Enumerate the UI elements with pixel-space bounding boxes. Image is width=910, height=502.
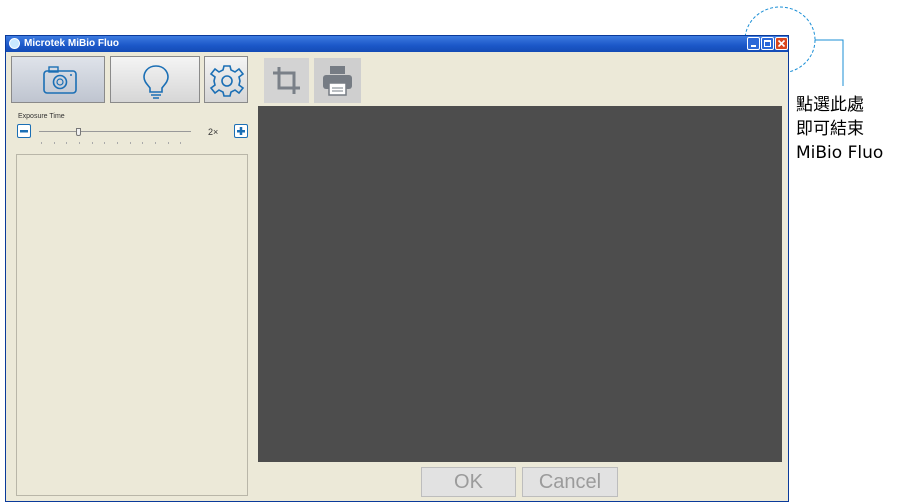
- slider-tick: [54, 142, 55, 144]
- minus-icon: [20, 130, 28, 133]
- slider-tick: [117, 142, 118, 144]
- app-window: Microtek MiBio Fluo Exposure Time 2× OK …: [5, 35, 789, 502]
- slider-tick: [104, 142, 105, 144]
- title-bar[interactable]: Microtek MiBio Fluo: [6, 36, 788, 52]
- slider-tick: [66, 142, 67, 144]
- lightbulb-icon: [143, 65, 169, 99]
- plus-icon: [237, 127, 245, 135]
- exposure-decrease-button[interactable]: [17, 124, 31, 138]
- slider-tick: [180, 142, 181, 144]
- exposure-increase-button[interactable]: [234, 124, 248, 138]
- slider-tick: [142, 142, 143, 144]
- printer-icon: [323, 66, 352, 96]
- slider-tick: [92, 142, 93, 144]
- slider-tick: [79, 142, 80, 144]
- slider-tick: [41, 142, 42, 144]
- exposure-value: 2×: [208, 127, 219, 137]
- light-button[interactable]: [110, 56, 200, 103]
- maximize-button[interactable]: [761, 37, 774, 50]
- slider-tick: [155, 142, 156, 144]
- print-button[interactable]: [314, 58, 361, 103]
- slider-tick: [130, 142, 131, 144]
- exposure-label: Exposure Time: [18, 113, 65, 120]
- annotation-line-2: 即可結束: [796, 119, 864, 139]
- settings-panel: [16, 154, 248, 496]
- close-icon: [777, 39, 786, 48]
- exposure-slider-thumb[interactable]: [76, 128, 81, 136]
- settings-button[interactable]: [204, 56, 248, 103]
- cancel-button[interactable]: Cancel: [522, 467, 618, 497]
- camera-button[interactable]: [11, 56, 105, 103]
- minimize-icon: [751, 45, 756, 47]
- crop-icon: [273, 67, 300, 94]
- exposure-slider[interactable]: [39, 131, 191, 132]
- minimize-button[interactable]: [747, 37, 760, 50]
- callout-line: [815, 39, 844, 86]
- ok-button[interactable]: OK: [421, 467, 516, 497]
- gear-icon: [209, 65, 245, 97]
- annotation-text: 點選此處 即可結束 MiBio Fluo: [796, 93, 883, 165]
- image-preview: [258, 106, 782, 462]
- annotation-line-1: 點選此處: [796, 95, 864, 115]
- window-title: Microtek MiBio Fluo: [24, 38, 119, 49]
- app-logo-icon: [9, 38, 20, 49]
- camera-icon: [43, 66, 77, 94]
- crop-button[interactable]: [264, 58, 309, 103]
- annotation-line-3: MiBio Fluo: [796, 143, 884, 163]
- close-button[interactable]: [775, 37, 788, 50]
- slider-tick: [168, 142, 169, 144]
- maximize-icon: [764, 40, 771, 47]
